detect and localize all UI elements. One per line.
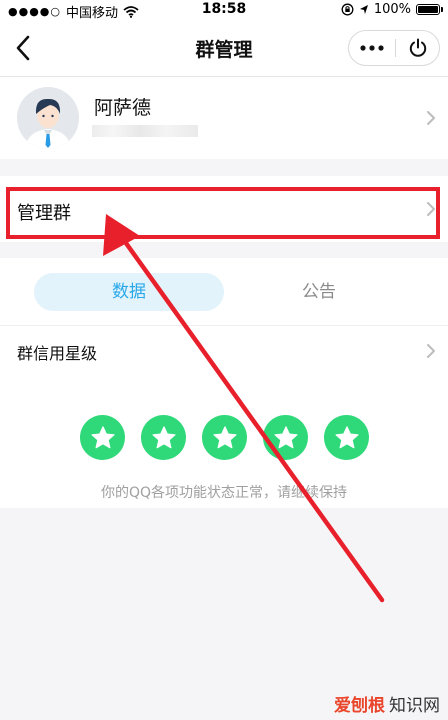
mini-program-capsule — [348, 30, 440, 66]
star-rating — [80, 415, 369, 460]
close-button[interactable] — [396, 31, 440, 65]
group-id-blurred — [92, 125, 198, 137]
nav-bar: 群管理 — [0, 20, 448, 77]
watermark: 爱刨根 知识网 — [334, 691, 440, 716]
rotation-lock-icon — [341, 3, 354, 16]
location-icon — [359, 4, 368, 14]
tab-notice[interactable]: 公告 — [224, 273, 414, 311]
avatar-person-icon — [17, 87, 79, 149]
star-icon — [80, 415, 125, 460]
watermark-site: 知识网 — [389, 696, 440, 716]
status-bar: ●●●●○ 中国移动 18:58 100% — [0, 0, 448, 21]
credit-rating-row[interactable]: 群信用星级 — [0, 326, 448, 376]
credit-status-text: 你的QQ各项功能状态正常，请继续保持 — [100, 485, 348, 501]
avatar — [17, 87, 79, 149]
more-dots-icon — [360, 45, 384, 51]
star-icon — [202, 415, 247, 460]
more-button[interactable] — [349, 31, 395, 65]
chevron-right-icon — [427, 202, 435, 216]
star-icon — [324, 415, 369, 460]
status-right: 100% — [341, 2, 443, 17]
power-icon — [409, 38, 427, 57]
manage-group-row[interactable]: 管理群 — [0, 176, 448, 242]
battery-icon — [416, 4, 443, 15]
star-icon — [263, 415, 308, 460]
watermark-brand: 爱刨根 — [334, 696, 385, 716]
group-name: 阿萨德 — [94, 97, 152, 119]
manage-group-label: 管理群 — [17, 203, 71, 224]
star-icon — [141, 415, 186, 460]
tab-data[interactable]: 数据 — [34, 273, 224, 311]
chevron-right-icon — [427, 111, 435, 125]
group-profile-card[interactable]: 阿萨德 — [0, 77, 448, 159]
credit-rating-label: 群信用星级 — [17, 344, 98, 363]
battery-percent: 100% — [373, 2, 411, 17]
chevron-right-icon — [427, 344, 435, 358]
group-data-panel: 数据 公告 群信用星级 你的QQ各项功能状态正常，请继续保持 — [0, 258, 448, 508]
